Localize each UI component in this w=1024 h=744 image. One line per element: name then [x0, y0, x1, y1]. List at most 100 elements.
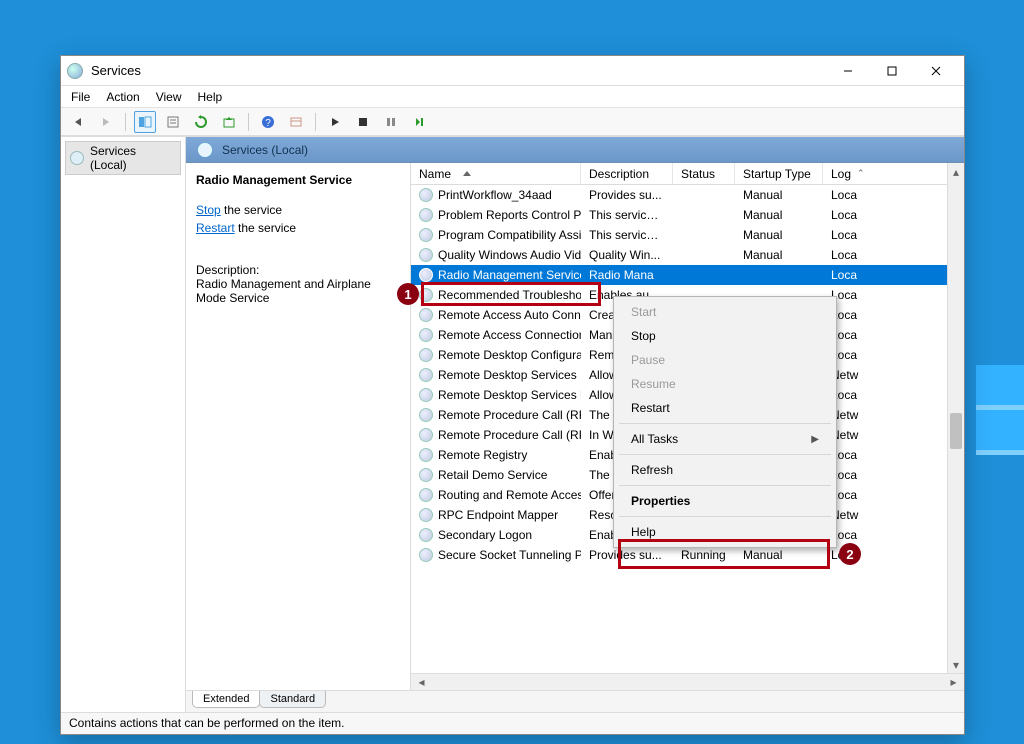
- ctx-refresh[interactable]: Refresh: [617, 458, 833, 482]
- service-name: Secure Socket Tunneling Pr...: [438, 548, 581, 562]
- service-name: Program Compatibility Assi...: [438, 228, 581, 242]
- ctx-help[interactable]: Help: [617, 520, 833, 544]
- col-status[interactable]: Status: [673, 163, 735, 184]
- tab-extended[interactable]: Extended: [192, 691, 260, 708]
- nav-root-label: Services (Local): [90, 144, 176, 172]
- maximize-button[interactable]: [870, 57, 914, 85]
- gear-icon: [419, 428, 433, 442]
- gear-icon: [419, 288, 433, 302]
- back-button[interactable]: [67, 111, 89, 133]
- view-tabs: Extended Standard: [186, 690, 964, 712]
- gear-icon: [419, 268, 433, 282]
- gear-icon: [419, 328, 433, 342]
- scroll-down-icon[interactable]: ▾: [948, 656, 964, 673]
- services-icon: [70, 151, 84, 165]
- service-name: Recommended Troublesho...: [438, 288, 581, 302]
- menu-file[interactable]: File: [71, 90, 90, 104]
- service-description: This service ...: [581, 228, 673, 242]
- service-logon: Netw: [823, 408, 964, 422]
- menu-action[interactable]: Action: [106, 90, 139, 104]
- gear-icon: [419, 248, 433, 262]
- service-row[interactable]: Problem Reports Control Pa...This servic…: [411, 205, 964, 225]
- gear-icon: [419, 308, 433, 322]
- panel-header: Services (Local): [186, 137, 964, 163]
- service-logon: Loca: [823, 288, 964, 302]
- panel-header-label: Services (Local): [222, 143, 308, 157]
- menu-help[interactable]: Help: [198, 90, 223, 104]
- context-menu: Start Stop Pause Resume Restart All Task…: [613, 296, 837, 548]
- service-logon: Loca: [823, 208, 964, 222]
- gear-icon: [419, 468, 433, 482]
- pause-service-button[interactable]: [380, 111, 402, 133]
- col-log-on-as[interactable]: Log⌃: [823, 163, 964, 184]
- ctx-pause: Pause: [617, 348, 833, 372]
- services-icon: [198, 143, 212, 157]
- service-startup: Manual: [735, 548, 823, 562]
- service-logon: Loca: [823, 448, 964, 462]
- close-button[interactable]: [914, 57, 958, 85]
- start-service-button[interactable]: [324, 111, 346, 133]
- col-name[interactable]: Name: [411, 163, 581, 184]
- service-name: Remote Desktop Configurat...: [438, 348, 581, 362]
- ctx-resume: Resume: [617, 372, 833, 396]
- service-logon: Loca: [823, 268, 964, 282]
- service-description: Provides su...: [581, 548, 673, 562]
- service-row[interactable]: Radio Management ServiceRadio ManaLoca: [411, 265, 964, 285]
- service-name: RPC Endpoint Mapper: [438, 508, 558, 522]
- help-button[interactable]: ?: [257, 111, 279, 133]
- properties-button[interactable]: [162, 111, 184, 133]
- forward-button[interactable]: [95, 111, 117, 133]
- scrollbar-thumb[interactable]: [950, 413, 962, 449]
- service-logon: Netw: [823, 368, 964, 382]
- col-description[interactable]: Description: [581, 163, 673, 184]
- nav-services-local[interactable]: Services (Local): [65, 141, 181, 175]
- service-logon: Loca: [823, 468, 964, 482]
- gear-icon: [419, 548, 433, 562]
- nav-tree: Services (Local): [61, 137, 186, 712]
- service-description: Radio Mana: [581, 268, 673, 282]
- service-logon: Loca: [823, 228, 964, 242]
- toolbar: ?: [61, 108, 964, 136]
- tab-standard[interactable]: Standard: [259, 691, 326, 708]
- service-row[interactable]: Quality Windows Audio Vid...Quality Win.…: [411, 245, 964, 265]
- service-name: Remote Registry: [438, 448, 527, 462]
- restart-suffix: the service: [235, 221, 296, 235]
- horizontal-scrollbar[interactable]: ◂ ▸: [411, 673, 964, 690]
- stop-service-button[interactable]: [352, 111, 374, 133]
- service-row[interactable]: PrintWorkflow_34aadProvides su...ManualL…: [411, 185, 964, 205]
- service-name: PrintWorkflow_34aad: [438, 188, 552, 202]
- service-description: Quality Win...: [581, 248, 673, 262]
- ctx-properties[interactable]: Properties: [617, 489, 833, 513]
- restart-service-button[interactable]: [408, 111, 430, 133]
- refresh-button[interactable]: [190, 111, 212, 133]
- service-logon: Loca: [823, 188, 964, 202]
- service-row[interactable]: Secure Socket Tunneling Pr...Provides su…: [411, 545, 964, 565]
- service-name: Remote Procedure Call (RP...: [438, 428, 581, 442]
- service-row[interactable]: Program Compatibility Assi...This servic…: [411, 225, 964, 245]
- gear-icon: [419, 448, 433, 462]
- service-logon: Netw: [823, 428, 964, 442]
- menu-view[interactable]: View: [156, 90, 182, 104]
- gear-icon: [419, 528, 433, 542]
- export-button[interactable]: [218, 111, 240, 133]
- service-name: Problem Reports Control Pa...: [438, 208, 581, 222]
- vertical-scrollbar[interactable]: ▴ ▾: [947, 163, 964, 673]
- scroll-up-icon[interactable]: ▴: [948, 163, 964, 180]
- service-name: Routing and Remote Access: [438, 488, 581, 502]
- restart-service-link[interactable]: Restart: [196, 221, 235, 235]
- service-startup: Manual: [735, 208, 823, 222]
- service-logon: Loca: [823, 328, 964, 342]
- minimize-button[interactable]: [826, 57, 870, 85]
- service-logon: Loca: [823, 528, 964, 542]
- col-startup-type[interactable]: Startup Type: [735, 163, 823, 184]
- stop-service-link[interactable]: Stop: [196, 203, 221, 217]
- ctx-all-tasks[interactable]: All Tasks▶: [617, 427, 833, 451]
- service-description: Provides su...: [581, 188, 673, 202]
- window-title: Services: [91, 63, 826, 78]
- ctx-stop[interactable]: Stop: [617, 324, 833, 348]
- ctx-restart[interactable]: Restart: [617, 396, 833, 420]
- scroll-right-icon[interactable]: ▸: [945, 675, 962, 689]
- list-button[interactable]: [285, 111, 307, 133]
- show-hide-tree-button[interactable]: [134, 111, 156, 133]
- scroll-left-icon[interactable]: ◂: [413, 675, 430, 689]
